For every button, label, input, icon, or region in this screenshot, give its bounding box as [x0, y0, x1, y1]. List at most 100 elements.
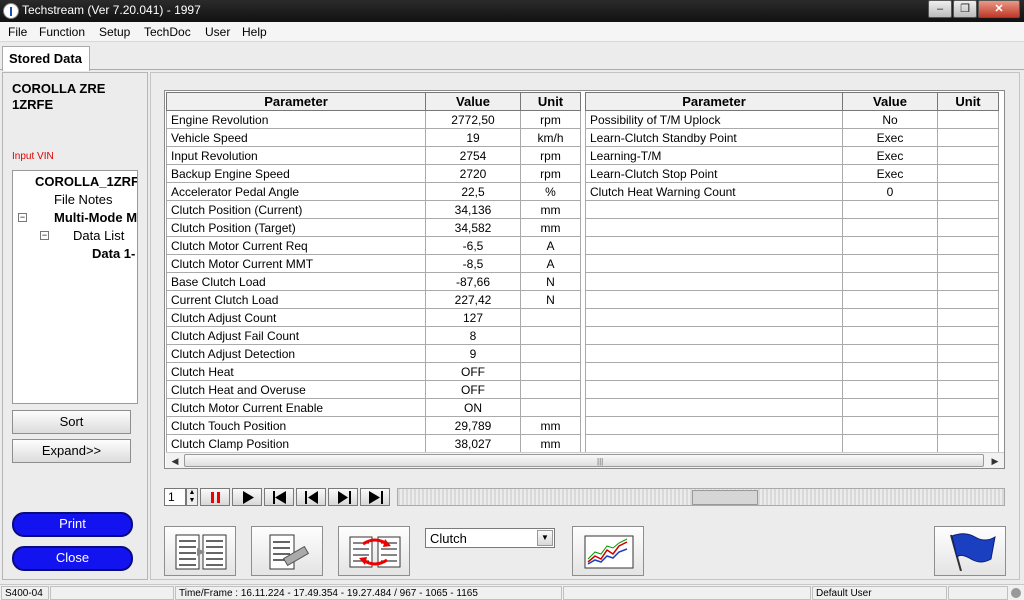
frame-input[interactable]: 1 — [164, 488, 186, 506]
scroll-left-icon[interactable]: ◀ — [168, 455, 182, 467]
table-row[interactable] — [585, 326, 999, 345]
cell-param — [585, 326, 843, 345]
table-row[interactable]: Accelerator Pedal Angle 22,5% — [166, 182, 581, 201]
group-select[interactable]: Clutch ▼ — [425, 528, 555, 548]
menu-function[interactable]: Function — [39, 25, 85, 39]
flag-button[interactable] — [934, 526, 1006, 576]
table-row[interactable]: Clutch Heat and Overuse OFF — [166, 380, 581, 399]
edit-list-button[interactable] — [251, 526, 323, 576]
table-row[interactable] — [585, 380, 999, 399]
swap-data-button[interactable] — [338, 526, 410, 576]
cell-unit: mm — [520, 434, 581, 453]
horizontal-scrollbar[interactable]: ◀ ||| ▶ — [166, 452, 1004, 468]
cell-param — [585, 236, 843, 255]
column-header-unit[interactable]: Unit — [520, 92, 581, 111]
previous-frame-button[interactable] — [296, 488, 326, 506]
table-row[interactable]: Input Revolution 2754 rpm — [166, 146, 581, 165]
column-header-value[interactable]: Value — [425, 92, 521, 111]
playback-slider-thumb[interactable] — [692, 490, 758, 505]
table-row[interactable]: Base Clutch Load -87,66 N — [166, 272, 581, 291]
menu-user[interactable]: User — [205, 25, 230, 39]
table-row[interactable] — [585, 272, 999, 291]
next-frame-button[interactable] — [328, 488, 358, 506]
tab-stored-data[interactable]: Stored Data — [2, 46, 90, 71]
table-row[interactable]: Clutch Position (Target) 34,582 mm — [166, 218, 581, 237]
playback-bar: 1 ▲ ▼ — [164, 487, 1005, 507]
tree-item-root[interactable]: COROLLA_1ZRF — [35, 174, 137, 189]
table-row[interactable]: Engine Revolution 2772,50 rpm — [166, 110, 581, 129]
table-row[interactable]: Backup Engine Speed 2720 rpm — [166, 164, 581, 183]
table-row[interactable]: Clutch Adjust Fail Count 8 — [166, 326, 581, 345]
column-header-parameter[interactable]: Parameter — [585, 92, 843, 111]
tree-item-file-notes[interactable]: File Notes — [54, 192, 113, 207]
cell-unit — [937, 182, 999, 201]
column-header-value[interactable]: Value — [842, 92, 938, 111]
table-row[interactable]: Learning-T/M Exec — [585, 146, 999, 165]
menu-setup[interactable]: Setup — [99, 25, 130, 39]
scroll-right-icon[interactable]: ▶ — [988, 455, 1002, 467]
play-button[interactable] — [232, 488, 262, 506]
column-header-parameter[interactable]: Parameter — [166, 92, 426, 111]
table-row[interactable]: Clutch Position (Current) 34,136 mm — [166, 200, 581, 219]
table-row[interactable] — [585, 236, 999, 255]
play-icon — [243, 491, 254, 504]
maximize-icon[interactable]: ❐ — [953, 0, 977, 18]
menu-techdoc[interactable]: TechDoc — [144, 25, 191, 39]
playback-slider[interactable] — [397, 488, 1005, 506]
table-row[interactable] — [585, 434, 999, 453]
table-row[interactable]: Clutch Clamp Position 38,027 mm — [166, 434, 581, 453]
scroll-thumb[interactable]: ||| — [184, 454, 984, 467]
table-row[interactable]: Current Clutch Load 227,42 N — [166, 290, 581, 309]
table-row[interactable]: Clutch Motor Current Req -6,5 A — [166, 236, 581, 255]
table-row[interactable]: Clutch Motor Current MMT -8,5 A — [166, 254, 581, 273]
table-row[interactable]: Clutch Heat OFF — [166, 362, 581, 381]
pause-button[interactable] — [200, 488, 230, 506]
table-row[interactable]: Clutch Adjust Count 127 — [166, 308, 581, 327]
table-row[interactable]: Clutch Motor Current Enable ON — [166, 398, 581, 417]
tree-item-data-1[interactable]: Data 1- — [92, 246, 135, 261]
table-row[interactable] — [585, 290, 999, 309]
table-row[interactable] — [585, 218, 999, 237]
print-button[interactable]: Print — [12, 512, 133, 537]
table-row[interactable]: Clutch Heat Warning Count 0 — [585, 182, 999, 201]
table-row[interactable] — [585, 308, 999, 327]
cell-value — [842, 254, 938, 273]
menu-file[interactable]: File — [8, 25, 27, 39]
table-row[interactable] — [585, 398, 999, 417]
table-row[interactable]: Vehicle Speed 19 km/h — [166, 128, 581, 147]
sort-button[interactable]: Sort — [12, 410, 131, 434]
table-row[interactable]: Clutch Touch Position 29,789 mm — [166, 416, 581, 435]
tree-item-multimode[interactable]: Multi-Mode M — [54, 210, 137, 225]
collapse-icon[interactable]: − — [18, 213, 27, 222]
expand-button[interactable]: Expand>> — [12, 439, 131, 463]
frame-spinner[interactable]: ▲ ▼ — [186, 488, 198, 506]
table-row[interactable]: Possibility of T/M Uplock No — [585, 110, 999, 129]
dropdown-arrow-icon[interactable]: ▼ — [537, 530, 553, 546]
cell-value — [842, 308, 938, 327]
last-frame-button[interactable] — [360, 488, 390, 506]
table-row[interactable]: Clutch Adjust Detection 9 — [166, 344, 581, 363]
close-button[interactable]: Close — [12, 546, 133, 571]
list-view-button[interactable] — [164, 526, 236, 576]
table-row[interactable] — [585, 200, 999, 219]
cell-param: Input Revolution — [166, 146, 426, 165]
table-row[interactable]: Learn-Clutch Stop Point Exec — [585, 164, 999, 183]
table-row[interactable] — [585, 254, 999, 273]
table-row[interactable] — [585, 416, 999, 435]
menu-help[interactable]: Help — [242, 25, 267, 39]
table-row[interactable] — [585, 362, 999, 381]
tab-row: Stored Data — [0, 42, 1024, 71]
graph-button[interactable] — [572, 526, 644, 576]
minimize-icon[interactable]: – — [928, 0, 952, 18]
table-row[interactable]: Learn-Clutch Standby Point Exec — [585, 128, 999, 147]
collapse-icon[interactable]: − — [40, 231, 49, 240]
column-header-unit[interactable]: Unit — [937, 92, 999, 111]
vehicle-engine: 1ZRFE — [12, 97, 54, 112]
close-window-icon[interactable]: ✕ — [978, 0, 1020, 18]
cell-value — [842, 434, 938, 453]
first-frame-button[interactable] — [264, 488, 294, 506]
tree-item-data-list[interactable]: Data List — [73, 228, 124, 243]
cell-unit — [937, 434, 999, 453]
input-vin-label[interactable]: Input VIN — [12, 151, 54, 162]
table-row[interactable] — [585, 344, 999, 363]
